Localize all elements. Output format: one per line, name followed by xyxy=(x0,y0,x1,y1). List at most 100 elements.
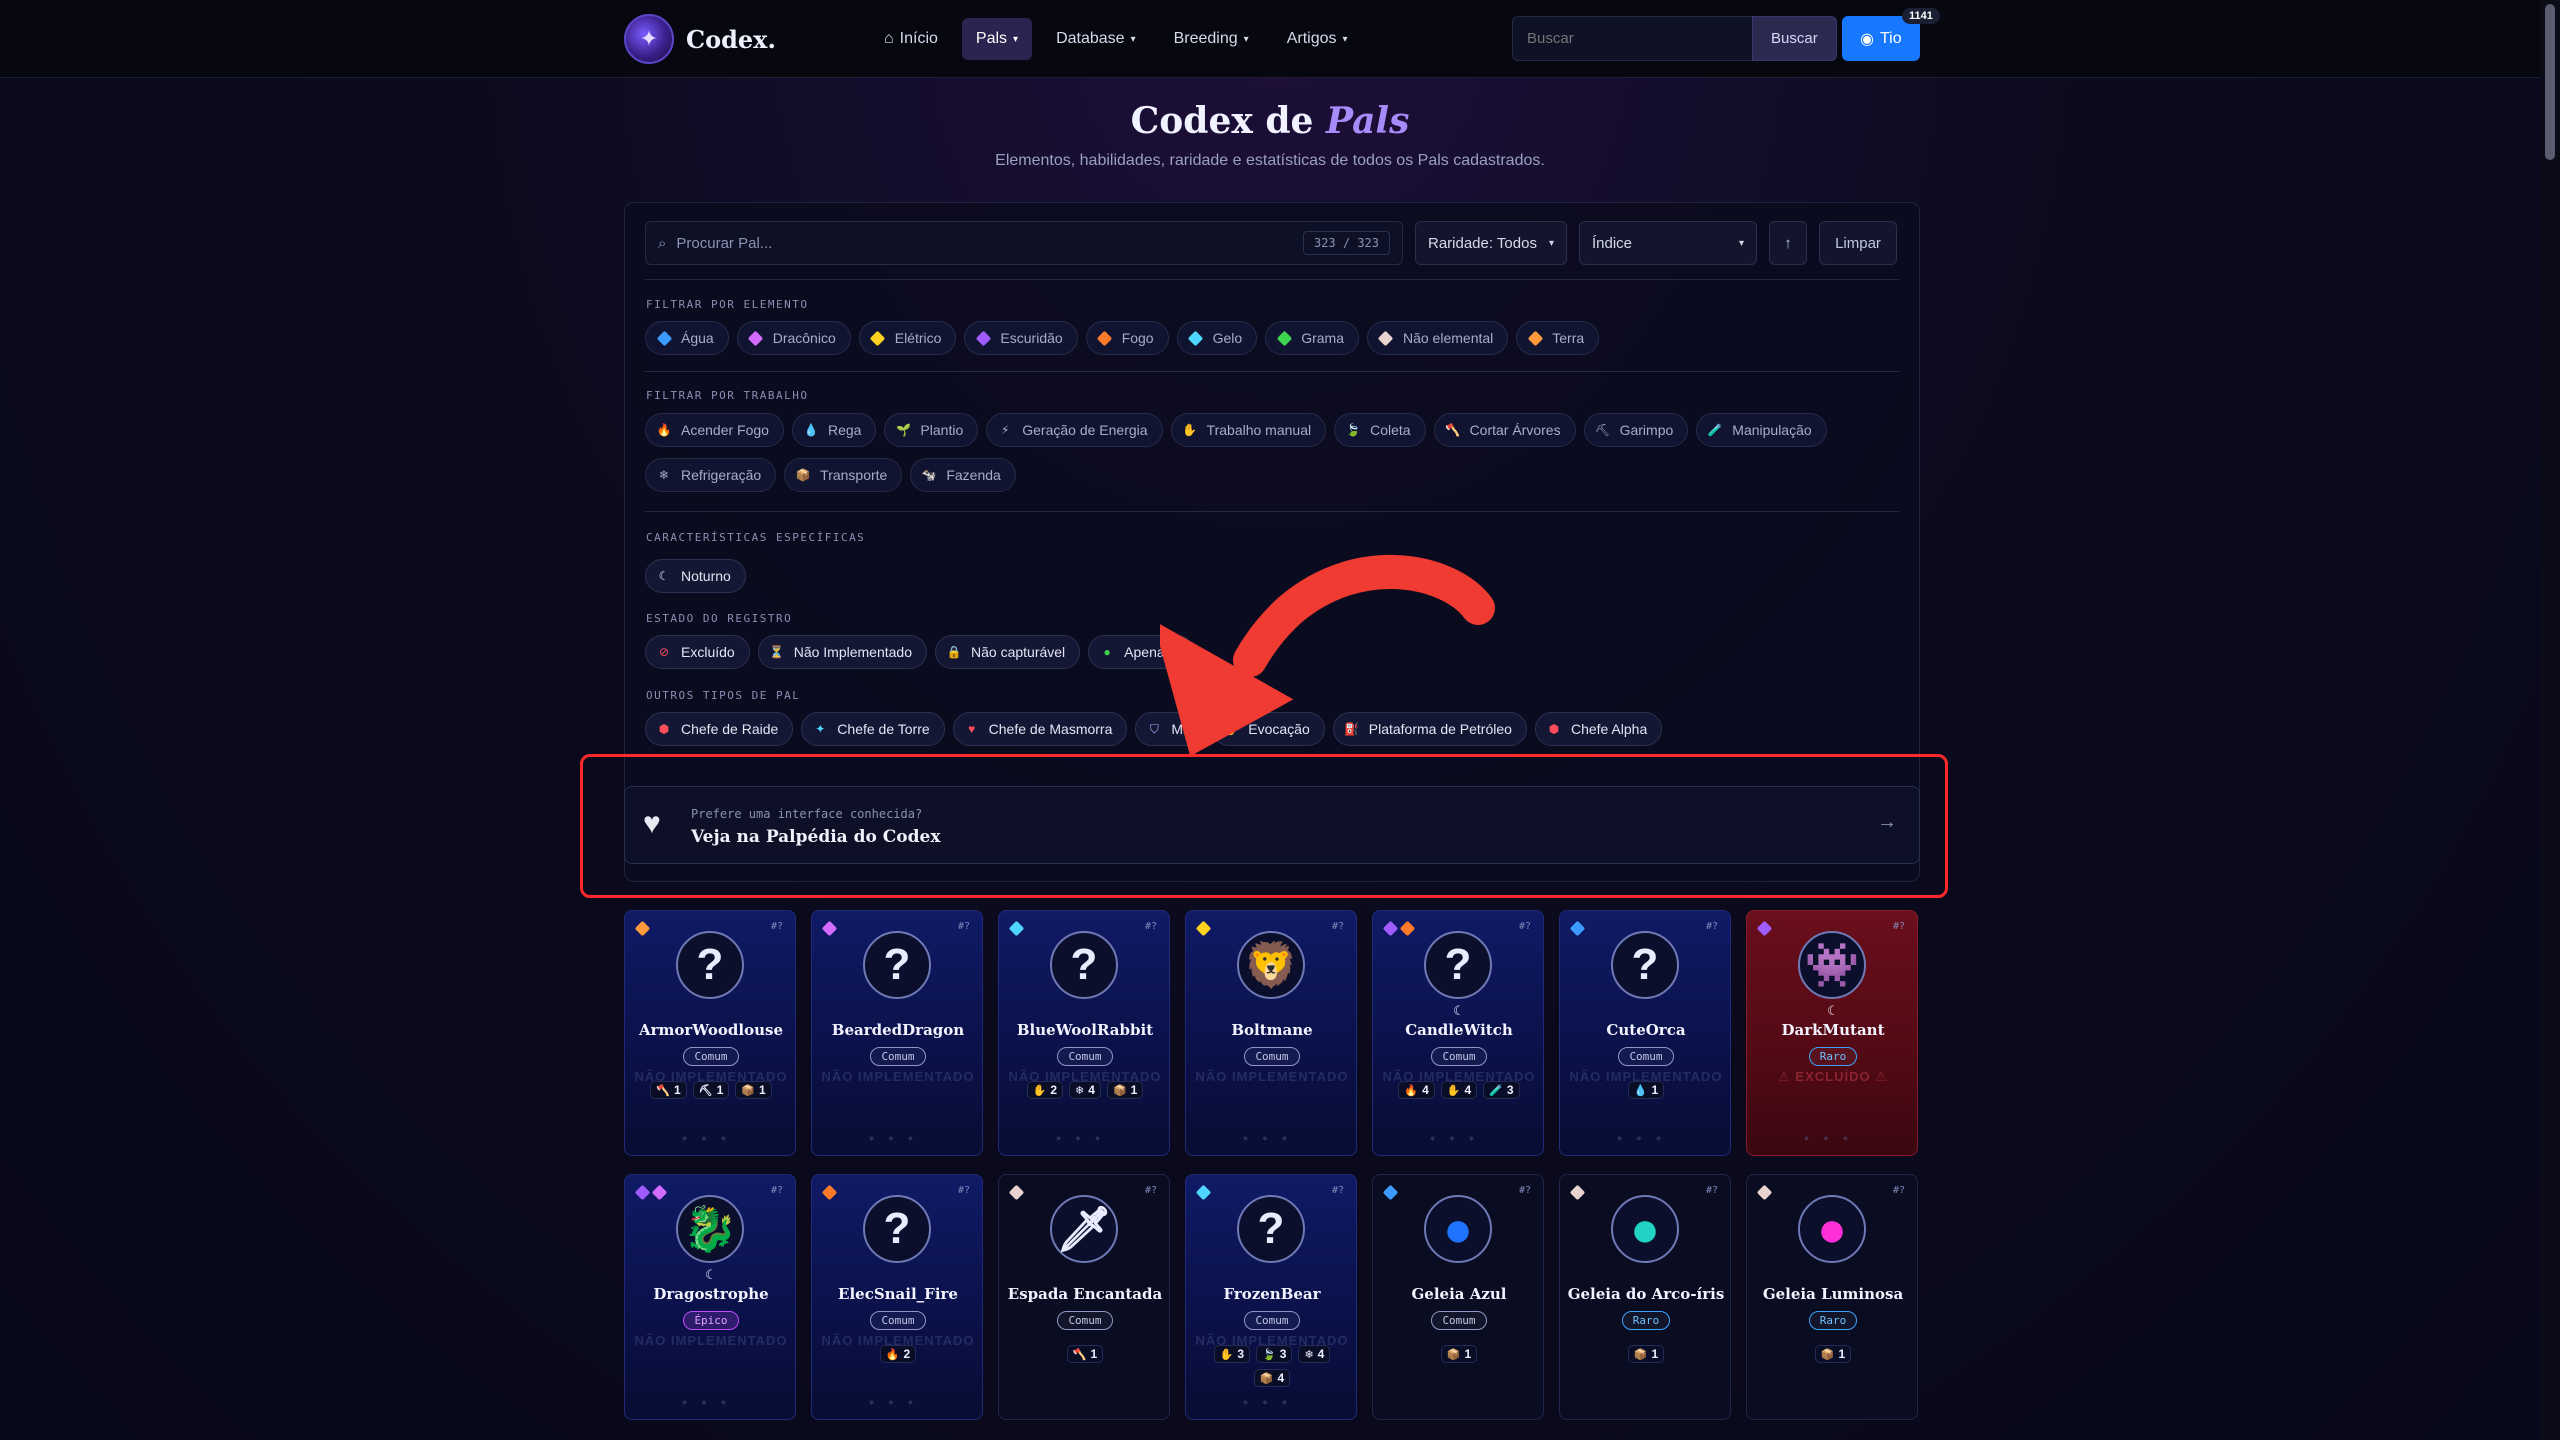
pal-card[interactable]: #?? FrozenBear Comum NÃO IMPLEMENTADO ✋ 3 🍃 3 ❄ 4… xyxy=(1185,1174,1357,1420)
work-chip-refrigeracao[interactable]: ❄ Refrigeração xyxy=(645,458,777,492)
work-chip-manipulacao[interactable]: 🧪 Manipulação xyxy=(1696,413,1827,447)
page-scrollbar[interactable] xyxy=(2540,0,2560,1440)
user-label: Tio xyxy=(1879,29,1902,47)
other-type-chip-chefe-de-torre[interactable]: ✦ Chefe de Torre xyxy=(801,712,945,746)
work-icon: 📦 xyxy=(741,1084,756,1097)
work-badge: 💧 1 xyxy=(1627,1081,1665,1099)
pal-card[interactable]: #? 🗡 Espada Encantada Comum 🪓 1 xyxy=(998,1174,1170,1420)
pal-card[interactable]: #? 🐉 ☾ Dragostrophe Épico NÃO IMPLEMENTADO ●●● xyxy=(624,1174,796,1420)
other-type-chefe-de-raide-icon: ⬢ xyxy=(658,722,670,736)
work-suitability-list: 💧 1 xyxy=(1574,1081,1718,1099)
element-chip-fogo[interactable]: Fogo xyxy=(1085,321,1169,355)
nav-search-input[interactable] xyxy=(1512,16,1752,61)
unknown-pal-icon: ? xyxy=(696,940,724,989)
work-badge: 🔥 4 xyxy=(1398,1081,1435,1099)
pal-card[interactable]: #?? CuteOrca Comum NÃO IMPLEMENTADO 💧 1 ●●● xyxy=(1559,910,1731,1156)
registry-chip-excluido[interactable]: ⊘ Excluído xyxy=(645,635,750,669)
work-chip-coleta[interactable]: 🍃 Coleta xyxy=(1334,413,1426,447)
clear-filters-button[interactable]: Limpar xyxy=(1819,221,1897,265)
nav-link-breeding[interactable]: Breeding ▾ xyxy=(1160,18,1263,60)
element-icon xyxy=(1195,920,1212,937)
element-icon xyxy=(1382,920,1399,937)
sort-select-value: Índice xyxy=(1592,234,1633,252)
nav-link-artigos[interactable]: Artigos ▾ xyxy=(1273,18,1362,60)
registry-chip-nao-implementado[interactable]: ⏳ Não Implementado xyxy=(757,635,927,669)
card-decoration-dots: ●●● xyxy=(1242,1133,1302,1143)
pal-search-field[interactable]: ⌕ Procurar Pal... 323 / 323 xyxy=(645,221,1403,265)
sort-select[interactable]: Índice ▾ xyxy=(1579,221,1757,265)
navbar: ✦ Codex. ⌂ Início Pals ▾ Database ▾ Breeding ▾ A… xyxy=(0,0,2540,78)
element-chip-escuridao[interactable]: Escuridão xyxy=(964,321,1078,355)
registry-chip-nao-capturavel[interactable]: 🔒 Não capturável xyxy=(935,635,1081,669)
pal-name: CandleWitch xyxy=(1405,1021,1513,1039)
element-chip-eletrico[interactable]: Elétrico xyxy=(858,321,957,355)
element-chip-gelo[interactable]: Gelo xyxy=(1176,321,1258,355)
work-trabalho-manual-icon: ✋ xyxy=(1182,423,1198,437)
pal-card[interactable]: #? ● Geleia do Arco-íris Raro 📦 1 xyxy=(1559,1174,1731,1420)
work-chip-transporte[interactable]: 📦 Transporte xyxy=(784,458,903,492)
pal-name: DarkMutant xyxy=(1781,1021,1885,1039)
sort-direction-button[interactable]: ↑ xyxy=(1769,221,1807,265)
pal-portrait: 🦁 xyxy=(1237,931,1305,999)
element-chip-terra[interactable]: Terra xyxy=(1516,321,1600,355)
section-label-traits: CARACTERÍSTICAS ESPECÍFICAS xyxy=(646,531,866,544)
work-badge: 🔥 2 xyxy=(879,1345,917,1363)
trait-chip-noturno[interactable]: ☾ Noturno xyxy=(645,559,746,593)
other-type-chip-chefe-de-masmorra[interactable]: ♥ Chefe de Masmorra xyxy=(952,712,1128,746)
work-chip-garimpo[interactable]: ⛏ Garimpo xyxy=(1583,413,1689,447)
rarity-badge: Comum xyxy=(1431,1311,1487,1330)
nav-search-button[interactable]: Buscar xyxy=(1752,16,1837,61)
rarity-badge: Comum xyxy=(1244,1311,1300,1330)
brand[interactable]: ✦ Codex. xyxy=(624,14,776,64)
pal-portrait: ? xyxy=(1050,931,1118,999)
pal-name: Geleia Azul xyxy=(1411,1285,1507,1303)
rarity-badge: Comum xyxy=(1431,1047,1487,1066)
work-suitability-list: ✋ 2 ❄ 4 📦 1 xyxy=(1013,1081,1157,1099)
pal-card[interactable]: #?? BlueWoolRabbit Comum NÃO IMPLEMENTADO ✋ 2… xyxy=(998,910,1170,1156)
nav-link-pals[interactable]: Pals ▾ xyxy=(961,18,1033,60)
pal-portrait: 🐉 xyxy=(676,1195,744,1263)
work-badge: ❄ 4 xyxy=(1298,1345,1331,1363)
element-chip-draconico[interactable]: Dracônico xyxy=(736,321,851,355)
pal-number: #? xyxy=(1892,1185,1905,1196)
element-chip-nao-elemental[interactable]: Não elemental xyxy=(1366,321,1509,355)
pal-card[interactable]: #?? ArmorWoodlouse Comum NÃO IMPLEMENTADO 🪓 1… xyxy=(624,910,796,1156)
work-chip-cortar-arvores[interactable]: 🪓 Cortar Árvores xyxy=(1433,413,1576,447)
card-decoration-dots: ●●● xyxy=(681,1133,741,1143)
work-chip-geracao-de-energia[interactable]: ⚡ Geração de Energia xyxy=(986,413,1163,447)
rarity-select-value: Raridade: Todos xyxy=(1428,234,1537,252)
rarity-select[interactable]: Raridade: Todos ▾ xyxy=(1415,221,1567,265)
nav-link-inicio[interactable]: ⌂ Início xyxy=(870,18,952,60)
work-badge: 📦 4 xyxy=(1253,1369,1291,1387)
pal-card[interactable]: #?? BeardedDragon Comum NÃO IMPLEMENTADO ●●● xyxy=(811,910,983,1156)
other-type-chip-chefe-de-raide[interactable]: ⬢ Chefe de Raide xyxy=(645,712,794,746)
element-terra-icon xyxy=(1527,330,1544,346)
rarity-badge: Comum xyxy=(870,1047,926,1066)
other-type-chip-chefe-alpha[interactable]: ⬢ Chefe Alpha xyxy=(1534,712,1663,746)
scrollbar-thumb[interactable] xyxy=(2545,4,2555,160)
work-chip-rega[interactable]: 💧 Rega xyxy=(791,413,877,447)
pal-card[interactable]: #? ● Geleia Luminosa Raro 📦 1 xyxy=(1746,1174,1918,1420)
diamond-shape xyxy=(747,330,764,346)
pal-card[interactable]: #? 👾 ☾ DarkMutant Raro ⚠ EXCLUÍDO ⚠ ●●● xyxy=(1746,910,1918,1156)
pal-card[interactable]: #?? ElecSnail_Fire Comum NÃO IMPLEMENTADO 🔥 2… xyxy=(811,1174,983,1420)
element-chip-grama[interactable]: Grama xyxy=(1265,321,1359,355)
work-suitability-list: 📦 1 xyxy=(1574,1345,1718,1363)
work-chip-fazenda[interactable]: 🐄 Fazenda xyxy=(910,458,1016,492)
nav-link-database[interactable]: Database ▾ xyxy=(1042,18,1150,60)
pal-card[interactable]: #?? ☾ CandleWitch Comum NÃO IMPLEMENTADO 🔥 4 ✋ 4… xyxy=(1372,910,1544,1156)
pal-card[interactable]: #? 🦁 Boltmane Comum NÃO IMPLEMENTADO ●●● xyxy=(1185,910,1357,1156)
work-chip-trabalho-manual[interactable]: ✋ Trabalho manual xyxy=(1170,413,1327,447)
card-decoration-dots: ●●● xyxy=(1242,1397,1302,1407)
pal-portrait: ? xyxy=(1237,1195,1305,1263)
chip-label: Coleta xyxy=(1370,422,1411,438)
rarity-wrapper: Comum xyxy=(1373,1311,1543,1330)
work-icon: ✋ xyxy=(1219,1348,1234,1361)
pal-number: #? xyxy=(770,1185,783,1196)
work-chip-plantio[interactable]: 🌱 Plantio xyxy=(884,413,979,447)
element-agua-icon xyxy=(656,330,672,346)
pal-card[interactable]: #? ● Geleia Azul Comum 📦 1 xyxy=(1372,1174,1544,1420)
work-chip-acender-fogo[interactable]: 🔥 Acender Fogo xyxy=(645,413,784,447)
status-watermark: NÃO IMPLEMENTADO xyxy=(1195,1069,1349,1084)
element-chip-agua[interactable]: Água xyxy=(645,321,729,355)
